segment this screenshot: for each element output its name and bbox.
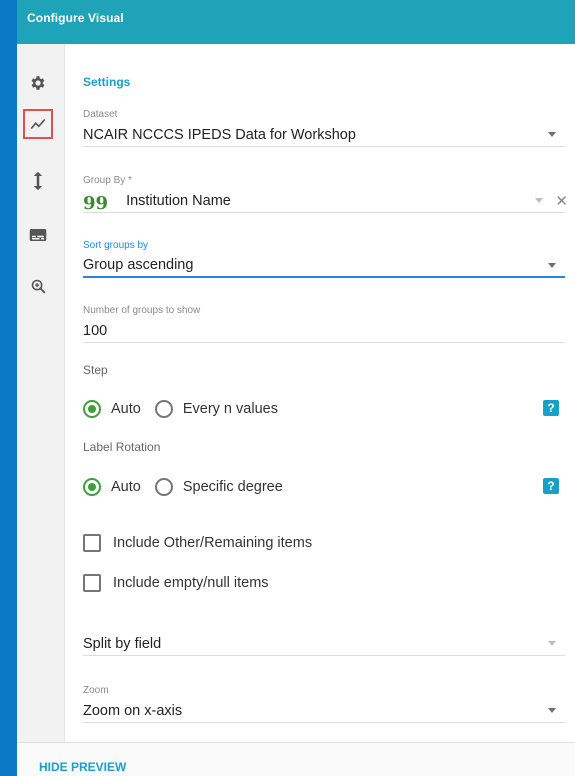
step-auto-radio[interactable] [83,400,101,418]
step-every-n-label: Every n values [182,401,278,417]
num-groups-row[interactable]: 100 [83,319,565,343]
rotation-auto-radio[interactable] [83,478,101,496]
dataset-select[interactable]: Dataset NCAIR NCCCS IPEDS Data for Works… [83,109,565,147]
sort-groups-row[interactable]: Group ascending [83,254,565,278]
zoom-label: Zoom [83,685,109,696]
group-by-row[interactable]: 99 Institution Name ✕ [83,189,568,214]
help-icon[interactable]: ? [543,400,559,416]
include-other-checkbox[interactable] [83,534,101,552]
step-every-n-radio[interactable] [154,400,173,418]
help-icon[interactable]: ? [543,478,559,494]
sidebar [17,44,65,742]
panel-title: Configure Visual [27,11,124,25]
sidebar-item-settings[interactable] [23,68,53,98]
subtitles-icon [29,227,47,243]
zoom-select[interactable]: Zoom Zoom on x-axis [83,685,565,723]
chevron-down-icon[interactable] [548,132,556,137]
panel-footer: HIDE PREVIEW [17,742,575,776]
vertical-arrows-icon [31,171,45,191]
panel-header: Configure Visual [17,0,575,44]
sort-groups-label: Sort groups by [83,240,149,251]
label-rotation-radio-group: Auto Specific degree ? [83,476,559,498]
dataset-row[interactable]: NCAIR NCCCS IPEDS Data for Workshop [83,123,565,147]
group-by-select[interactable]: Group By * 99 Institution Name ✕ [83,175,568,214]
zoom-row[interactable]: Zoom on x-axis [83,699,565,723]
zoom-in-icon [30,278,47,295]
sidebar-item-zoom[interactable] [23,271,53,301]
include-empty-label: Include empty/null items [113,575,269,591]
dataset-value: NCAIR NCCCS IPEDS Data for Workshop [83,126,356,143]
zoom-value: Zoom on x-axis [83,702,183,719]
hide-preview-button[interactable]: HIDE PREVIEW [39,760,126,774]
num-groups-value[interactable]: 100 [83,323,107,339]
text-field-icon: 99 [83,192,109,214]
settings-content: Settings Dataset NCAIR NCCCS IPEDS Data … [65,44,575,742]
include-other-option: Include Other/Remaining items [83,533,312,553]
dataset-label: Dataset [83,109,118,120]
sidebar-item-legend[interactable] [23,220,53,250]
rotation-auto-label: Auto [111,479,141,495]
chevron-down-icon[interactable] [535,198,543,203]
gear-icon [29,74,47,92]
include-empty-option: Include empty/null items [83,573,269,593]
chevron-down-icon[interactable] [548,708,556,713]
include-empty-checkbox[interactable] [83,574,101,592]
clear-icon[interactable]: ✕ [555,192,568,210]
chevron-down-icon[interactable] [548,263,556,268]
section-title-settings: Settings [83,75,131,89]
step-auto-label: Auto [111,401,141,417]
line-chart-icon [29,115,47,133]
split-by-placeholder: Split by field [83,635,162,652]
sort-groups-select[interactable]: Sort groups by Group ascending [83,240,565,278]
split-by-row[interactable]: Split by field [83,632,565,656]
step-radio-group: Auto Every n values ? [83,398,559,420]
split-by-select[interactable]: Split by field [83,632,565,656]
rotation-specific-label: Specific degree [182,479,283,495]
label-rotation-label: Label Rotation [83,440,161,454]
sidebar-item-chart[interactable] [23,109,53,139]
group-by-label: Group By * [83,175,132,186]
include-other-label: Include Other/Remaining items [113,535,313,551]
num-groups-label: Number of groups to show [83,305,201,316]
chevron-down-icon[interactable] [548,641,556,646]
step-label: Step [83,363,108,377]
sidebar-item-sort[interactable] [23,166,53,196]
group-by-value: Institution Name [126,192,231,209]
configure-visual-panel: Configure Visual Settings Dataset NCAIR … [17,0,575,776]
rotation-specific-radio[interactable] [154,478,173,496]
num-groups-field[interactable]: Number of groups to show 100 [83,305,565,343]
sort-groups-value: Group ascending [83,257,194,273]
